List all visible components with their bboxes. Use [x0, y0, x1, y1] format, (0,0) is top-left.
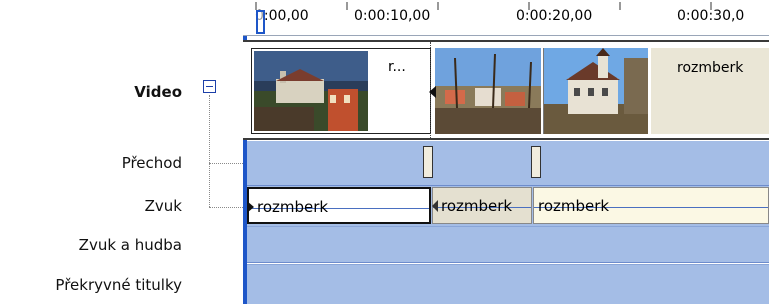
playhead[interactable]: [256, 10, 265, 34]
audio-clip[interactable]: rozmberk: [432, 187, 532, 224]
ruler-label: 0:00:10,00: [354, 8, 431, 24]
audio-clip-name: rozmberk: [441, 197, 513, 215]
track-label-overlay-titles: Překryvné titulky: [55, 276, 182, 294]
tree-connector-transition: [209, 163, 245, 164]
castle-tower-thumbnail-image: [544, 48, 648, 134]
tree-connector-vertical: [209, 95, 210, 207]
video-clip[interactable]: [543, 48, 648, 134]
tree-connector-audio: [209, 207, 245, 208]
transition-marker[interactable]: [423, 146, 433, 178]
clip-thumbnail: [254, 51, 368, 131]
transition-track[interactable]: [247, 141, 769, 186]
ruler-label: 0:00:20,00: [516, 8, 593, 24]
audio-music-track[interactable]: [247, 226, 769, 263]
track-label-video: Video: [134, 83, 182, 101]
clip-title: rozmberk: [677, 60, 744, 76]
video-track[interactable]: r... rozmberk: [243, 40, 769, 140]
track-label-audio: Zvuk: [144, 197, 182, 215]
track-label-audio-music: Zvuk a hudba: [78, 236, 182, 254]
time-ruler[interactable]: 0:00,00 0:00:10,00 0:00:20,00 0:00:30,0: [243, 0, 769, 36]
audio-track[interactable]: rozmberk rozmberk rozmberk: [247, 186, 769, 226]
transition-marker[interactable]: [531, 146, 541, 178]
video-clip[interactable]: rozmberk: [651, 48, 769, 134]
video-clip[interactable]: r...: [251, 42, 431, 140]
audio-clip[interactable]: rozmberk: [247, 187, 431, 224]
video-clip[interactable]: [429, 48, 541, 134]
audio-clip-name: rozmberk: [538, 197, 610, 215]
transition-overlap-icon: [429, 86, 436, 98]
overlay-titles-track[interactable]: [247, 264, 769, 304]
audio-clip-name: rozmberk: [257, 198, 329, 216]
timeline[interactable]: 0:00,00 0:00:10,00 0:00:20,00 0:00:30,0: [243, 0, 769, 304]
track-label-transition: Přechod: [121, 154, 182, 172]
village-thumbnail-image: [435, 48, 541, 134]
audio-start-marker-icon: [247, 201, 254, 213]
audio-clip[interactable]: rozmberk: [533, 187, 769, 224]
audio-fade-marker-icon: [432, 200, 438, 212]
clip-title: r...: [388, 59, 406, 75]
ruler-label: 0:00:30,0: [677, 8, 745, 24]
collapse-minus-icon[interactable]: [203, 80, 216, 93]
castle-thumbnail-image: [254, 51, 368, 131]
track-label-column: Video Přechod Zvuk Zvuk a hudba Překryvn…: [0, 0, 246, 304]
